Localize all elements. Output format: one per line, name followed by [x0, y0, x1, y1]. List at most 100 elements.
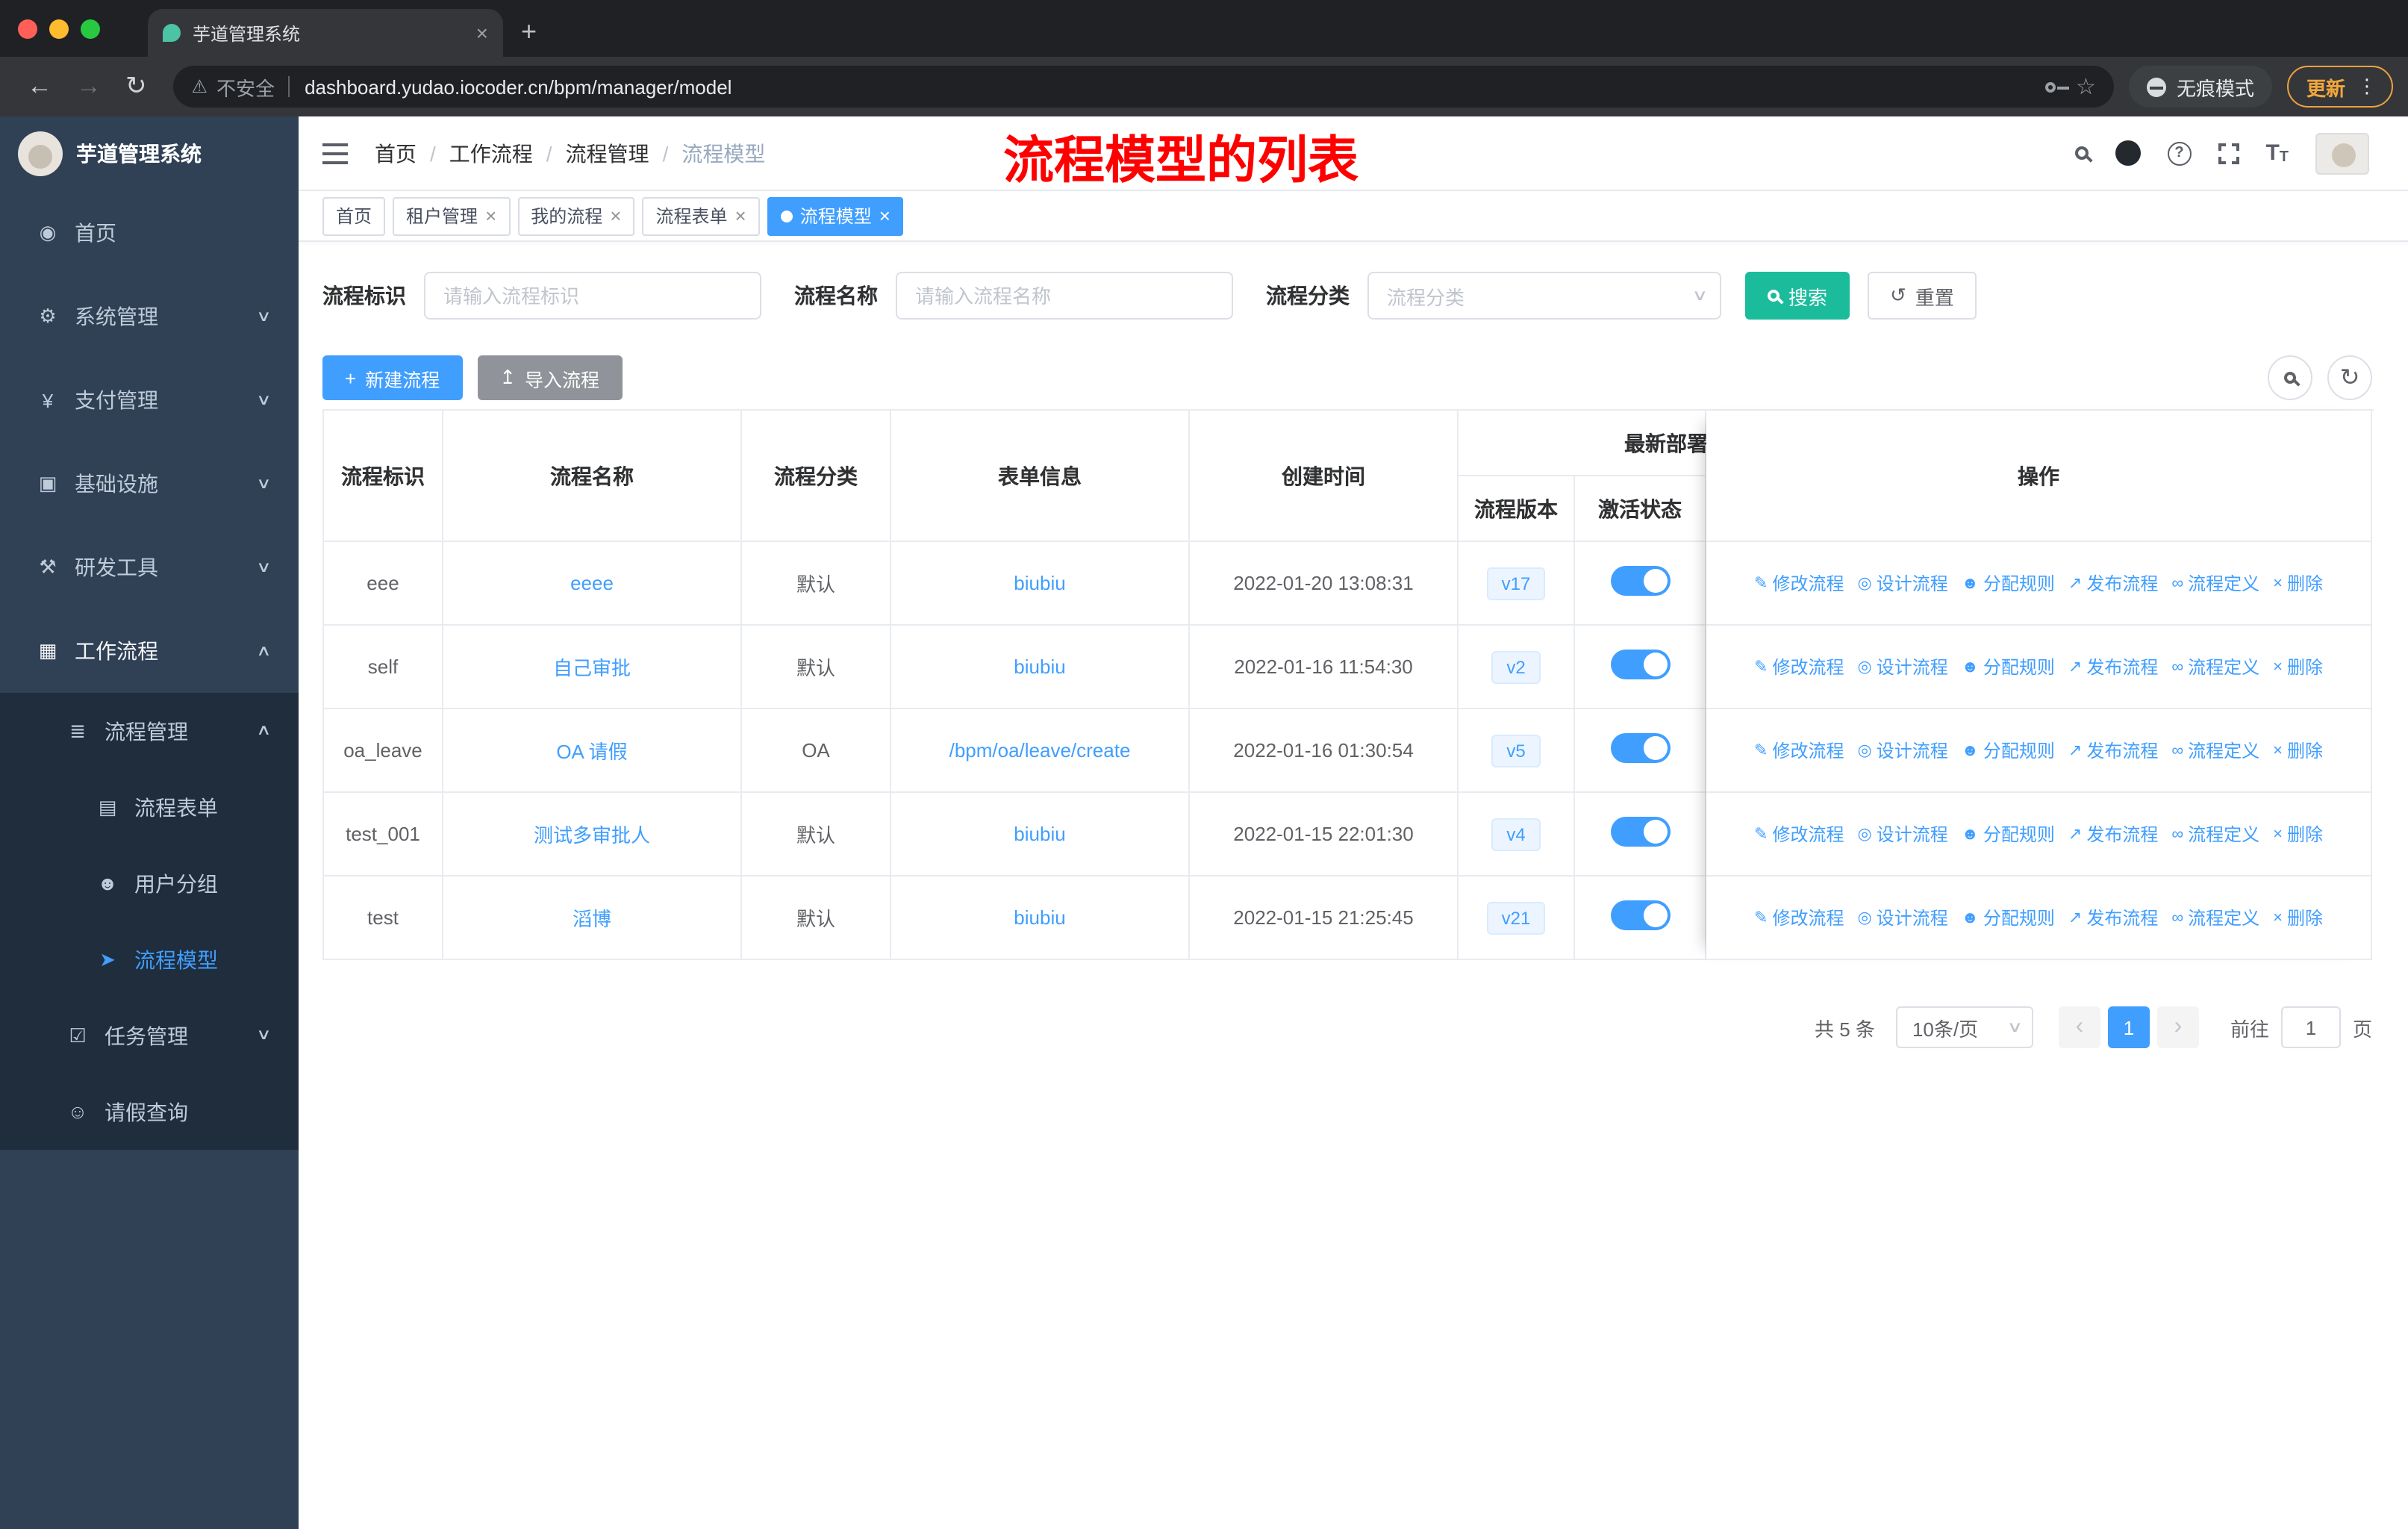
form-link[interactable]: biubiu: [1014, 572, 1065, 594]
design-process-link[interactable]: ◎ 设计流程: [1857, 570, 1947, 596]
search-button[interactable]: 搜索: [1745, 272, 1850, 320]
sidebar-item-process-form[interactable]: ▤ 流程表单: [0, 769, 299, 845]
tab-close-icon[interactable]: ×: [476, 21, 488, 45]
close-icon[interactable]: ×: [879, 205, 890, 227]
hamburger-icon[interactable]: [322, 143, 348, 164]
github-icon[interactable]: [2115, 140, 2141, 166]
forward-icon[interactable]: →: [76, 72, 102, 102]
form-link[interactable]: biubiu: [1014, 823, 1065, 845]
reload-icon[interactable]: ↻: [125, 72, 147, 102]
design-process-link[interactable]: ◎ 设计流程: [1857, 821, 1947, 847]
back-icon[interactable]: ←: [27, 72, 52, 102]
name-link[interactable]: eeee: [570, 572, 614, 594]
next-page-button[interactable]: ›: [2156, 1006, 2199, 1048]
sidebar-item-leave-query[interactable]: ☺ 请假查询: [0, 1074, 299, 1150]
modify-process-link[interactable]: ✎ 修改流程: [1754, 654, 1844, 679]
active-toggle[interactable]: [1610, 900, 1670, 930]
category-select[interactable]: 流程分类 ∨: [1367, 272, 1721, 320]
tag-2[interactable]: 我的流程 ×: [517, 196, 635, 235]
assign-rule-link[interactable]: ☻ 分配规则: [1962, 654, 2055, 679]
publish-process-link[interactable]: ↗ 发布流程: [2068, 570, 2158, 596]
process-definition-link[interactable]: ∞ 流程定义: [2171, 738, 2259, 763]
address-bar[interactable]: ⚠ 不安全 dashboard.yudao.iocoder.cn/bpm/man…: [173, 66, 2114, 108]
delete-link[interactable]: × 删除: [2273, 738, 2323, 763]
form-link[interactable]: biubiu: [1014, 906, 1065, 929]
update-button[interactable]: 更新 ⋮: [2286, 66, 2393, 108]
active-toggle[interactable]: [1610, 566, 1670, 596]
design-process-link[interactable]: ◎ 设计流程: [1857, 654, 1947, 679]
prev-page-button[interactable]: ‹: [2058, 1006, 2100, 1048]
breadcrumb-process-management[interactable]: 流程管理: [566, 138, 649, 168]
delete-link[interactable]: × 删除: [2273, 821, 2323, 847]
assign-rule-link[interactable]: ☻ 分配规则: [1962, 905, 2055, 930]
name-link[interactable]: 测试多审批人: [534, 824, 650, 847]
active-toggle[interactable]: [1610, 817, 1670, 847]
delete-link[interactable]: × 删除: [2273, 570, 2323, 596]
browser-tab[interactable]: 芋道管理系统 ×: [148, 9, 503, 57]
modify-process-link[interactable]: ✎ 修改流程: [1754, 570, 1844, 596]
sidebar-item-devtools[interactable]: ⚒ 研发工具 ∨: [0, 526, 299, 609]
assign-rule-link[interactable]: ☻ 分配规则: [1962, 570, 2055, 596]
browser-menu-icon[interactable]: ⋮: [2357, 75, 2377, 99]
breadcrumb-home[interactable]: 首页: [375, 138, 417, 168]
form-link[interactable]: /bpm/oa/leave/create: [949, 739, 1131, 762]
process-key-input[interactable]: [424, 272, 761, 320]
new-tab-button[interactable]: +: [521, 16, 537, 48]
publish-process-link[interactable]: ↗ 发布流程: [2068, 821, 2158, 847]
tag-1[interactable]: 租户管理 ×: [393, 196, 511, 235]
app-logo[interactable]: 芋道管理系统: [0, 116, 299, 191]
publish-process-link[interactable]: ↗ 发布流程: [2068, 654, 2158, 679]
close-window-button[interactable]: [18, 19, 37, 38]
form-link[interactable]: biubiu: [1014, 655, 1065, 678]
bookmark-star-icon[interactable]: ☆: [2076, 73, 2096, 100]
assign-rule-link[interactable]: ☻ 分配规则: [1962, 738, 2055, 763]
create-process-button[interactable]: + 新建流程: [322, 355, 463, 400]
publish-process-link[interactable]: ↗ 发布流程: [2068, 738, 2158, 763]
help-icon[interactable]: ?: [2167, 141, 2192, 165]
sidebar-item-process-model[interactable]: ➤ 流程模型: [0, 921, 299, 997]
minimize-window-button[interactable]: [49, 19, 69, 38]
toggle-search-button[interactable]: [2268, 355, 2312, 400]
delete-link[interactable]: × 删除: [2273, 905, 2323, 930]
password-key-icon[interactable]: [2044, 81, 2069, 92]
name-link[interactable]: OA 请假: [556, 741, 627, 763]
sidebar-item-workflow[interactable]: ▦ 工作流程 ∧: [0, 609, 299, 693]
name-link[interactable]: 自己审批: [553, 657, 631, 679]
font-size-icon[interactable]: TT: [2265, 140, 2289, 166]
sidebar-item-infrastructure[interactable]: ▣ 基础设施 ∨: [0, 442, 299, 526]
import-process-button[interactable]: ↥ 导入流程: [477, 355, 623, 400]
design-process-link[interactable]: ◎ 设计流程: [1857, 905, 1947, 930]
modify-process-link[interactable]: ✎ 修改流程: [1754, 821, 1844, 847]
search-icon[interactable]: [2074, 146, 2089, 160]
fullscreen-icon[interactable]: [2215, 140, 2242, 166]
page-size-select[interactable]: 10条/页 ∨: [1895, 1006, 2033, 1048]
design-process-link[interactable]: ◎ 设计流程: [1857, 738, 1947, 763]
tag-4[interactable]: 流程模型 ×: [767, 196, 904, 235]
delete-link[interactable]: × 删除: [2273, 654, 2323, 679]
sidebar-item-payment[interactable]: ¥ 支付管理 ∨: [0, 358, 299, 442]
process-definition-link[interactable]: ∞ 流程定义: [2171, 654, 2259, 679]
sidebar-item-user-group[interactable]: ☻ 用户分组: [0, 845, 299, 921]
reset-button[interactable]: ↺ 重置: [1868, 272, 1977, 320]
refresh-table-button[interactable]: ↻: [2327, 355, 2372, 400]
name-link[interactable]: 滔博: [573, 908, 611, 930]
active-toggle[interactable]: [1610, 650, 1670, 679]
process-definition-link[interactable]: ∞ 流程定义: [2171, 570, 2259, 596]
tag-0[interactable]: 首页: [322, 196, 386, 235]
sidebar-item-system[interactable]: ⚙ 系统管理 ∨: [0, 275, 299, 358]
window-controls[interactable]: [0, 0, 121, 57]
page-number-button[interactable]: 1: [2107, 1006, 2150, 1048]
goto-page-input[interactable]: [2280, 1006, 2341, 1048]
user-avatar[interactable]: [2315, 132, 2369, 174]
tag-3[interactable]: 流程表单 ×: [642, 196, 760, 235]
process-name-input[interactable]: [896, 272, 1233, 320]
sidebar-item-task-management[interactable]: ☑ 任务管理 ∨: [0, 997, 299, 1074]
close-icon[interactable]: ×: [610, 205, 621, 227]
modify-process-link[interactable]: ✎ 修改流程: [1754, 905, 1844, 930]
publish-process-link[interactable]: ↗ 发布流程: [2068, 905, 2158, 930]
assign-rule-link[interactable]: ☻ 分配规则: [1962, 821, 2055, 847]
close-icon[interactable]: ×: [485, 205, 496, 227]
zoom-window-button[interactable]: [81, 19, 100, 38]
active-toggle[interactable]: [1610, 733, 1670, 763]
sidebar-item-home[interactable]: ◉ 首页: [0, 191, 299, 275]
